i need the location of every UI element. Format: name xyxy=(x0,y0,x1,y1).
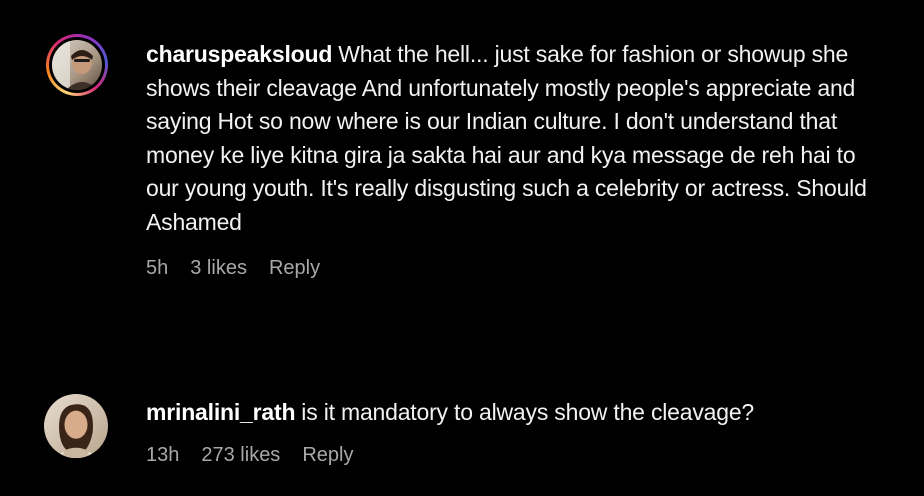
comment-text-block: mrinalini_rath is it mandatory to always … xyxy=(146,396,886,430)
avatar[interactable] xyxy=(44,394,108,458)
comment-text: is it mandatory to always show the cleav… xyxy=(301,399,755,425)
comment-username[interactable]: charuspeaksloud xyxy=(146,41,332,67)
comment-meta: 5h 3 likes Reply xyxy=(146,257,886,280)
comment-likes-count[interactable]: 273 likes xyxy=(201,444,280,467)
avatar-wrapper[interactable] xyxy=(44,394,108,458)
comment-timestamp[interactable]: 5h xyxy=(146,257,168,280)
comment-text-block: charuspeaksloud What the hell... just sak… xyxy=(146,38,886,239)
reply-button[interactable]: Reply xyxy=(269,257,320,280)
comment-meta: 13h 273 likes Reply xyxy=(146,444,886,467)
comment-text: What the hell... just sake for fashion o… xyxy=(146,41,867,235)
comment-likes-count[interactable]: 3 likes xyxy=(190,257,247,280)
avatar[interactable] xyxy=(52,40,102,90)
reply-button[interactable]: Reply xyxy=(302,444,353,467)
comment-username[interactable]: mrinalini_rath xyxy=(146,399,295,425)
avatar-story-ring[interactable] xyxy=(46,34,108,96)
comment-timestamp[interactable]: 13h xyxy=(146,444,179,467)
